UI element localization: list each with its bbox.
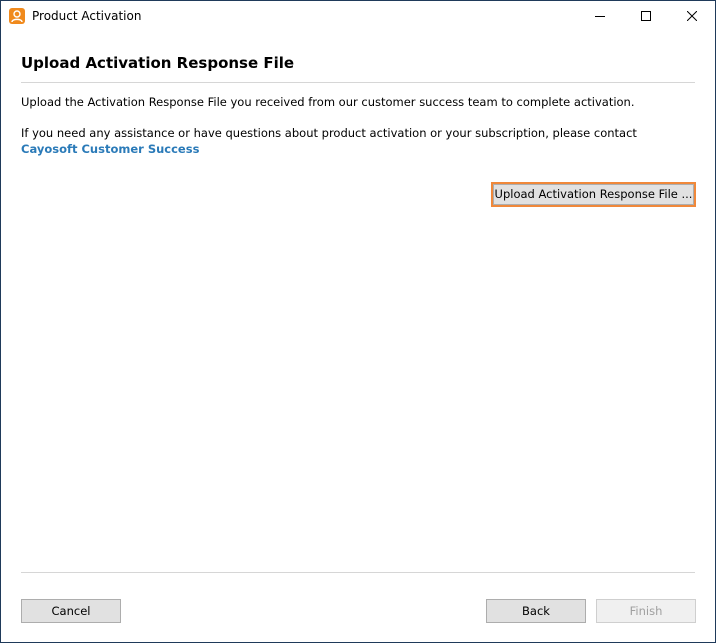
user-icon [9,8,25,24]
minimize-button[interactable] [577,1,623,32]
cancel-button[interactable]: Cancel [21,599,121,623]
instructions-text: Upload the Activation Response File you … [21,95,635,109]
maximize-icon [641,11,651,21]
footer-divider [21,572,695,573]
upload-activation-response-file-button[interactable]: Upload Activation Response File ... [491,182,696,207]
customer-success-link[interactable]: Cayosoft Customer Success [21,142,199,156]
minimize-icon [595,16,605,17]
finish-button[interactable]: Finish [596,599,696,623]
title-bar[interactable]: Product Activation [1,1,715,32]
back-button[interactable]: Back [486,599,586,623]
assistance-text: If you need any assistance or have quest… [21,126,637,140]
product-activation-window: Product Activation Upload Activation Res… [0,0,716,643]
window-title: Product Activation [32,9,142,23]
page-heading: Upload Activation Response File [21,54,295,72]
maximize-button[interactable] [623,1,669,32]
header-divider [21,82,695,83]
close-icon [687,11,697,21]
close-button[interactable] [669,1,715,32]
